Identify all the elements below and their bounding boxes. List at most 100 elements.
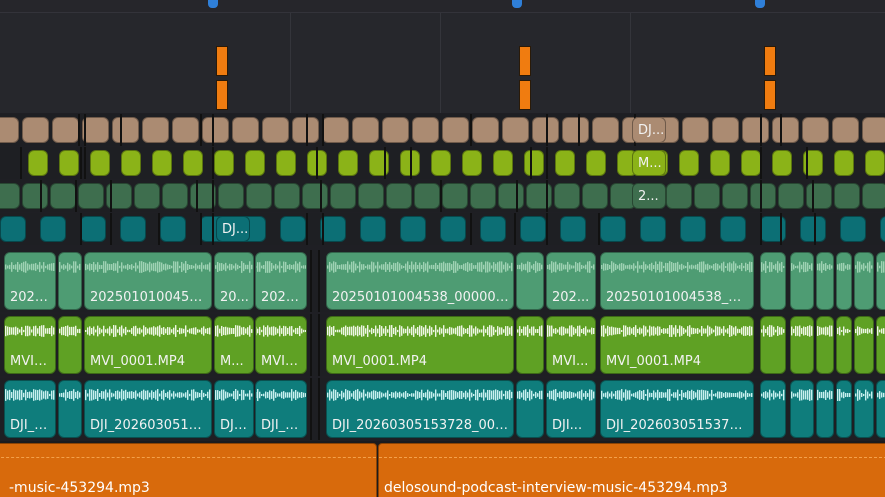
- clip-edit-point[interactable]: [760, 147, 762, 179]
- clip[interactable]: [160, 216, 186, 242]
- video-clip[interactable]: [836, 316, 852, 374]
- clip[interactable]: [554, 183, 580, 209]
- clip[interactable]: [802, 117, 829, 143]
- clip-edit-point[interactable]: [200, 213, 202, 245]
- clip[interactable]: [806, 183, 832, 209]
- clip[interactable]: [274, 183, 300, 209]
- clip-edit-point[interactable]: [310, 250, 312, 312]
- clip[interactable]: [778, 183, 804, 209]
- clip-edit-point[interactable]: [310, 378, 312, 440]
- video-clip[interactable]: MVI_0001.MP4: [600, 316, 754, 374]
- clip[interactable]: [741, 150, 761, 176]
- clip-edit-point[interactable]: [514, 213, 516, 245]
- video-clip[interactable]: DJI_2026030515...: [84, 380, 212, 438]
- clip-edit-point[interactable]: [322, 213, 324, 245]
- clip[interactable]: [280, 216, 306, 242]
- clip-edit-point[interactable]: [470, 114, 472, 146]
- video-clip[interactable]: [816, 252, 834, 310]
- clip[interactable]: [214, 150, 234, 176]
- clip[interactable]: [712, 117, 739, 143]
- clip[interactable]: [480, 216, 506, 242]
- clip[interactable]: [134, 183, 160, 209]
- video-clip[interactable]: [816, 380, 834, 438]
- clip-edit-point[interactable]: [384, 147, 386, 179]
- clip[interactable]: [400, 216, 426, 242]
- clip-edit-point[interactable]: [320, 180, 322, 212]
- clip[interactable]: [442, 183, 468, 209]
- clip-edit-point[interactable]: [212, 147, 214, 179]
- video-clip[interactable]: DJI_2...: [4, 380, 56, 438]
- clip[interactable]: [262, 117, 289, 143]
- video-clip[interactable]: MVI...: [546, 316, 596, 374]
- clip[interactable]: [840, 216, 866, 242]
- clip[interactable]: [338, 150, 358, 176]
- clip[interactable]: [330, 183, 356, 209]
- video-clip[interactable]: [790, 252, 814, 310]
- clip-edit-point[interactable]: [158, 213, 160, 245]
- clip[interactable]: [142, 117, 169, 143]
- clip[interactable]: [22, 117, 49, 143]
- video-clip[interactable]: 202...: [546, 252, 596, 310]
- clip-edit-point[interactable]: [200, 114, 202, 146]
- clip[interactable]: [679, 150, 699, 176]
- clip-edit-point[interactable]: [760, 180, 762, 212]
- video-clip[interactable]: MVI_0001.MP4: [84, 316, 212, 374]
- timeline-marker[interactable]: [764, 46, 776, 76]
- video-clip[interactable]: 2025...: [4, 252, 56, 310]
- clip[interactable]: [682, 117, 709, 143]
- clip-edit-point[interactable]: [760, 114, 762, 146]
- clip-edit-point[interactable]: [546, 114, 548, 146]
- video-clip[interactable]: [58, 316, 82, 374]
- clip[interactable]: [462, 150, 482, 176]
- clip[interactable]: [722, 183, 748, 209]
- video-clip[interactable]: 20...: [214, 252, 254, 310]
- clip[interactable]: [78, 183, 104, 209]
- video-clip[interactable]: DJI_20260305153728...: [600, 380, 754, 438]
- clip-edit-point[interactable]: [760, 213, 762, 245]
- clip[interactable]: [865, 150, 885, 176]
- clip-edit-point[interactable]: [110, 213, 112, 245]
- clip-edit-point[interactable]: [780, 114, 782, 146]
- clip-edit-point[interactable]: [310, 314, 312, 376]
- clip[interactable]: [202, 117, 229, 143]
- clip[interactable]: [760, 216, 786, 242]
- clip[interactable]: [28, 150, 48, 176]
- video-clip[interactable]: [854, 316, 874, 374]
- clip[interactable]: [440, 216, 466, 242]
- clip[interactable]: [832, 117, 859, 143]
- audio-clip[interactable]: -music-453294.mp3: [0, 443, 377, 497]
- clip-edit-point[interactable]: [812, 180, 814, 212]
- clip[interactable]: [666, 183, 692, 209]
- clip[interactable]: [710, 150, 730, 176]
- clip[interactable]: [0, 117, 19, 143]
- clip-edit-point[interactable]: [814, 213, 816, 245]
- clip[interactable]: [472, 117, 499, 143]
- video-clip[interactable]: [876, 252, 885, 310]
- clip[interactable]: [80, 216, 106, 242]
- clip[interactable]: [720, 216, 746, 242]
- clip-edit-point[interactable]: [516, 180, 518, 212]
- timeline-ruler[interactable]: [0, 0, 885, 13]
- clip[interactable]: [302, 183, 328, 209]
- volume-line[interactable]: [0, 457, 376, 459]
- clip-edit-point[interactable]: [318, 378, 320, 440]
- clip[interactable]: [358, 183, 384, 209]
- clip-labeled[interactable]: DJ...: [216, 216, 250, 242]
- clip[interactable]: [442, 117, 469, 143]
- clip[interactable]: [555, 150, 575, 176]
- timeline-marker[interactable]: [519, 46, 531, 76]
- video-clip[interactable]: [760, 380, 786, 438]
- video-clip[interactable]: [790, 316, 814, 374]
- clip[interactable]: [772, 117, 799, 143]
- clip[interactable]: [520, 216, 546, 242]
- clip[interactable]: [0, 183, 20, 209]
- clip[interactable]: [232, 117, 259, 143]
- clip[interactable]: [386, 183, 412, 209]
- clip-edit-point[interactable]: [318, 250, 320, 312]
- video-clip[interactable]: DJI_2...: [255, 380, 307, 438]
- clip[interactable]: [245, 150, 265, 176]
- clip[interactable]: [90, 150, 110, 176]
- clip[interactable]: [586, 150, 606, 176]
- clip[interactable]: [742, 117, 769, 143]
- clip[interactable]: [862, 117, 885, 143]
